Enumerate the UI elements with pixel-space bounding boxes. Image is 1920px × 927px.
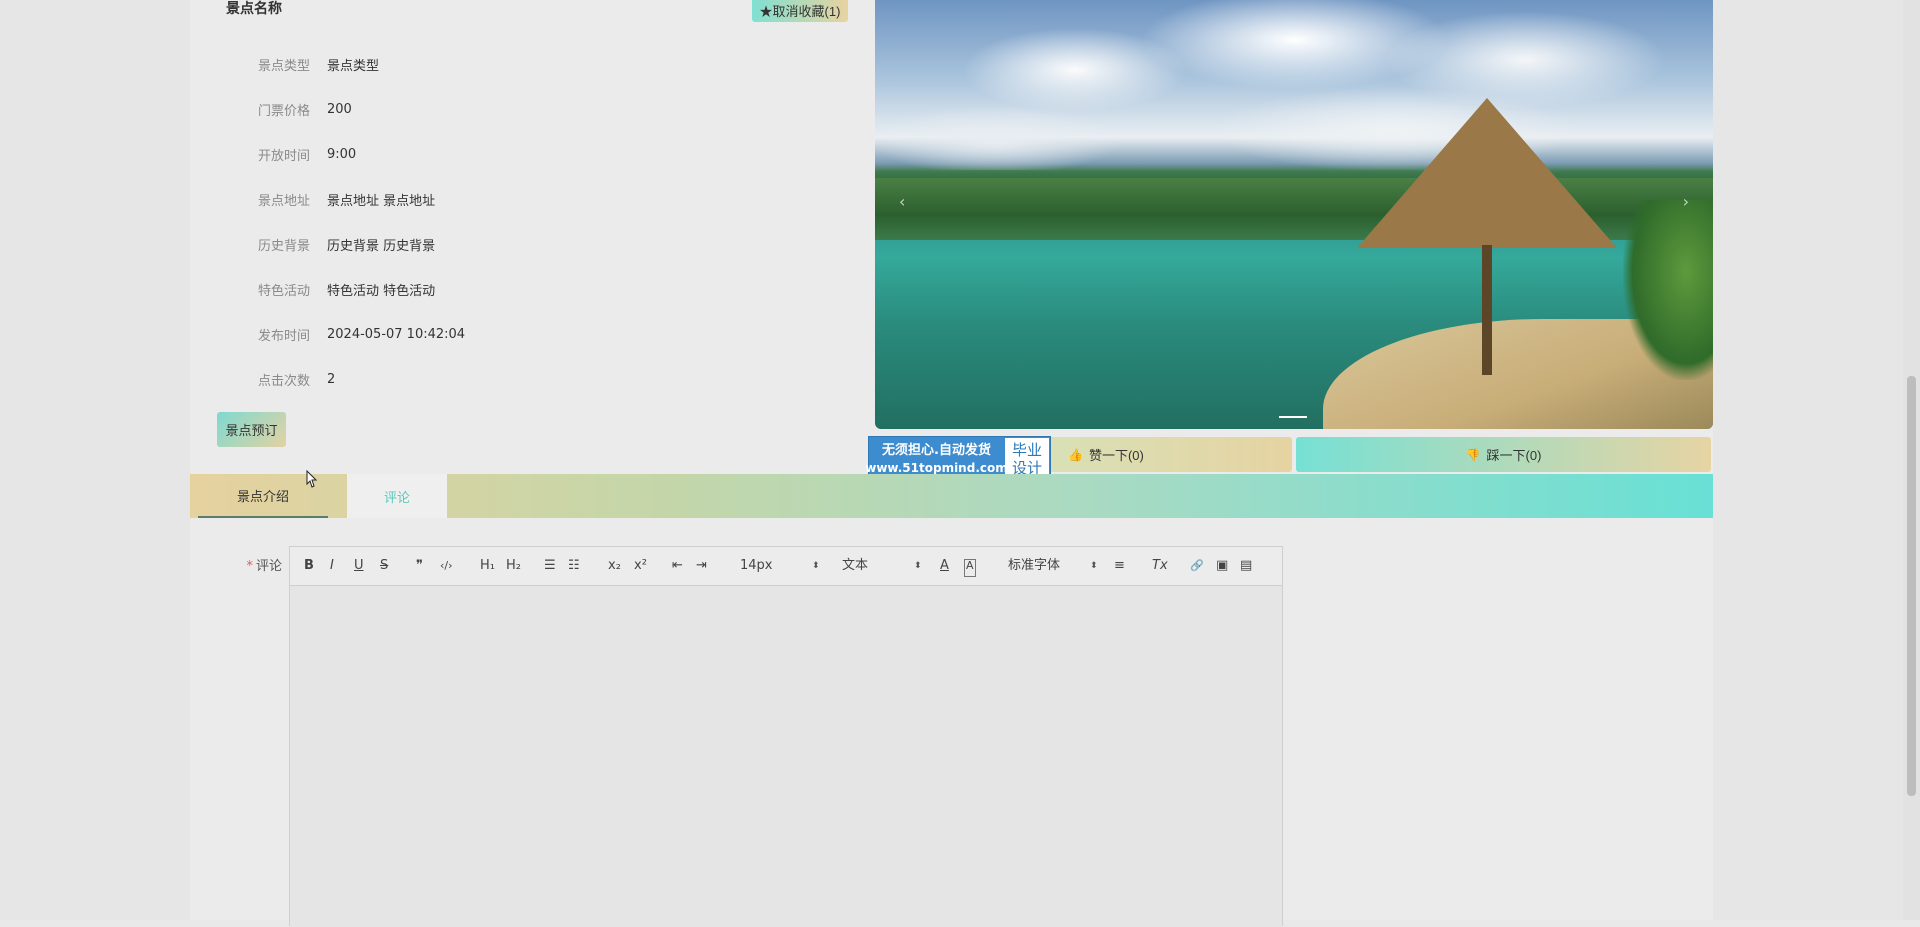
video-icon[interactable]: ▤ xyxy=(1240,558,1252,574)
book-button[interactable]: 景点预订 xyxy=(217,412,286,447)
comment-field-label: * 评论 xyxy=(240,555,282,574)
italic-button[interactable]: I xyxy=(330,558,334,574)
info-value: 历史背景 历史背景 xyxy=(327,238,436,254)
comment-editor-body[interactable] xyxy=(290,586,1282,927)
page-title: 景点名称 xyxy=(226,1,282,17)
image-icon[interactable]: ▣ xyxy=(1216,558,1228,574)
carousel-indicator[interactable] xyxy=(1279,416,1307,418)
link-icon[interactable]: 🔗 xyxy=(1190,558,1204,574)
badge-line1: 无须担心.自动发货 xyxy=(882,443,991,458)
select-caret-icon: ⬍ xyxy=(914,561,922,571)
info-value: 200 xyxy=(327,101,352,117)
info-label: 历史背景 xyxy=(257,238,310,254)
page-scrollbar-thumb[interactable] xyxy=(1907,376,1916,796)
info-label: 特色活动 xyxy=(257,283,310,299)
info-value: 景点地址 景点地址 xyxy=(327,193,436,209)
code-block-icon[interactable]: ‹/› xyxy=(440,558,453,574)
subscript-button[interactable]: x₂ xyxy=(608,558,621,574)
photo-hut-pole xyxy=(1482,245,1492,375)
tab-comment[interactable]: 评论 xyxy=(347,474,447,518)
attraction-carousel[interactable]: ‹ › xyxy=(875,0,1713,429)
carousel-prev-icon[interactable]: ‹ xyxy=(899,192,905,211)
font-family-value: 标准字体 xyxy=(1008,558,1061,573)
outdent-icon[interactable]: ⇤ xyxy=(672,558,683,574)
font-size-value: 14px xyxy=(740,558,773,573)
superscript-button[interactable]: x² xyxy=(634,558,647,574)
info-value: 9:00 xyxy=(327,146,357,162)
bold-button[interactable]: B xyxy=(304,558,314,574)
photo-hut-roof xyxy=(1357,98,1617,248)
header-select[interactable]: 文本 ⬍ xyxy=(842,558,922,574)
comment-editor: B I U S ❞ ‹/› H₁ H₂ ☰ ☷ x₂ x² ⇤ ⇥ 14px ⬍ … xyxy=(289,546,1283,927)
info-row-price: 门票价格 200 xyxy=(228,99,352,119)
info-label: 景点地址 xyxy=(257,193,310,209)
select-caret-icon: ⬍ xyxy=(1090,561,1098,571)
strike-button[interactable]: S xyxy=(380,558,388,574)
mouse-cursor-icon xyxy=(306,470,318,488)
info-label: 景点类型 xyxy=(257,58,310,74)
header-select-value: 文本 xyxy=(842,558,869,573)
info-row-clicks: 点击次数 2 xyxy=(228,369,335,389)
badge-right-line1: 毕业 xyxy=(1011,441,1042,459)
select-caret-icon: ⬍ xyxy=(812,561,820,571)
info-label: 发布时间 xyxy=(257,328,310,344)
info-value: 景点类型 xyxy=(327,58,380,74)
header2-button[interactable]: H₂ xyxy=(506,558,521,574)
blockquote-icon[interactable]: ❞ xyxy=(416,558,423,574)
bullet-list-icon[interactable]: ☷ xyxy=(568,558,580,574)
info-row-publish-time: 发布时间 2024-05-07 10:42:04 xyxy=(228,324,465,344)
tab-bar: 景点介绍 评论 xyxy=(190,474,1713,518)
align-icon[interactable]: ≡ xyxy=(1114,558,1125,574)
text-color-icon[interactable]: A xyxy=(940,558,949,574)
uncollect-button[interactable]: ★取消收藏(1) xyxy=(752,0,848,22)
clean-format-icon[interactable]: Tx xyxy=(1152,558,1168,574)
info-value: 2 xyxy=(327,371,336,387)
thumbs-down-icon: 👎 xyxy=(1465,447,1481,462)
indent-icon[interactable]: ⇥ xyxy=(696,558,707,574)
info-row-activities: 特色活动 特色活动 特色活动 xyxy=(228,279,435,299)
dislike-button[interactable]: 👎 踩一下(0) xyxy=(1296,437,1711,472)
info-value: 2024-05-07 10:42:04 xyxy=(327,326,466,342)
like-label: 赞一下(0) xyxy=(1088,448,1144,463)
thumbs-up-icon: 👍 xyxy=(1068,447,1083,462)
like-button[interactable]: 👍 赞一下(0) xyxy=(1022,437,1292,472)
dislike-label: 踩一下(0) xyxy=(1486,448,1542,463)
font-family-select[interactable]: 标准字体 ⬍ xyxy=(1008,558,1098,574)
font-size-select[interactable]: 14px ⬍ xyxy=(740,558,820,574)
header1-button[interactable]: H₁ xyxy=(480,558,495,574)
info-label: 开放时间 xyxy=(257,148,310,164)
info-row-history: 历史背景 历史背景 历史背景 xyxy=(228,234,435,254)
info-row-type: 景点类型 景点类型 xyxy=(228,54,379,74)
info-row-open-time: 开放时间 9:00 xyxy=(228,144,356,164)
background-color-icon[interactable]: A xyxy=(964,559,976,577)
info-row-address: 景点地址 景点地址 景点地址 xyxy=(228,189,435,209)
info-label: 点击次数 xyxy=(257,373,310,389)
photo-palm xyxy=(1623,200,1713,380)
underline-button[interactable]: U xyxy=(354,558,364,574)
editor-toolbar: B I U S ❞ ‹/› H₁ H₂ ☰ ☷ x₂ x² ⇤ ⇥ 14px ⬍ … xyxy=(290,547,1282,586)
comment-label-text: 评论 xyxy=(255,559,282,574)
ordered-list-icon[interactable]: ☰ xyxy=(544,558,556,574)
required-mark: * xyxy=(246,559,253,574)
info-label: 门票价格 xyxy=(257,103,310,119)
info-value: 特色活动 特色活动 xyxy=(327,283,436,299)
carousel-next-icon[interactable]: › xyxy=(1683,192,1689,211)
